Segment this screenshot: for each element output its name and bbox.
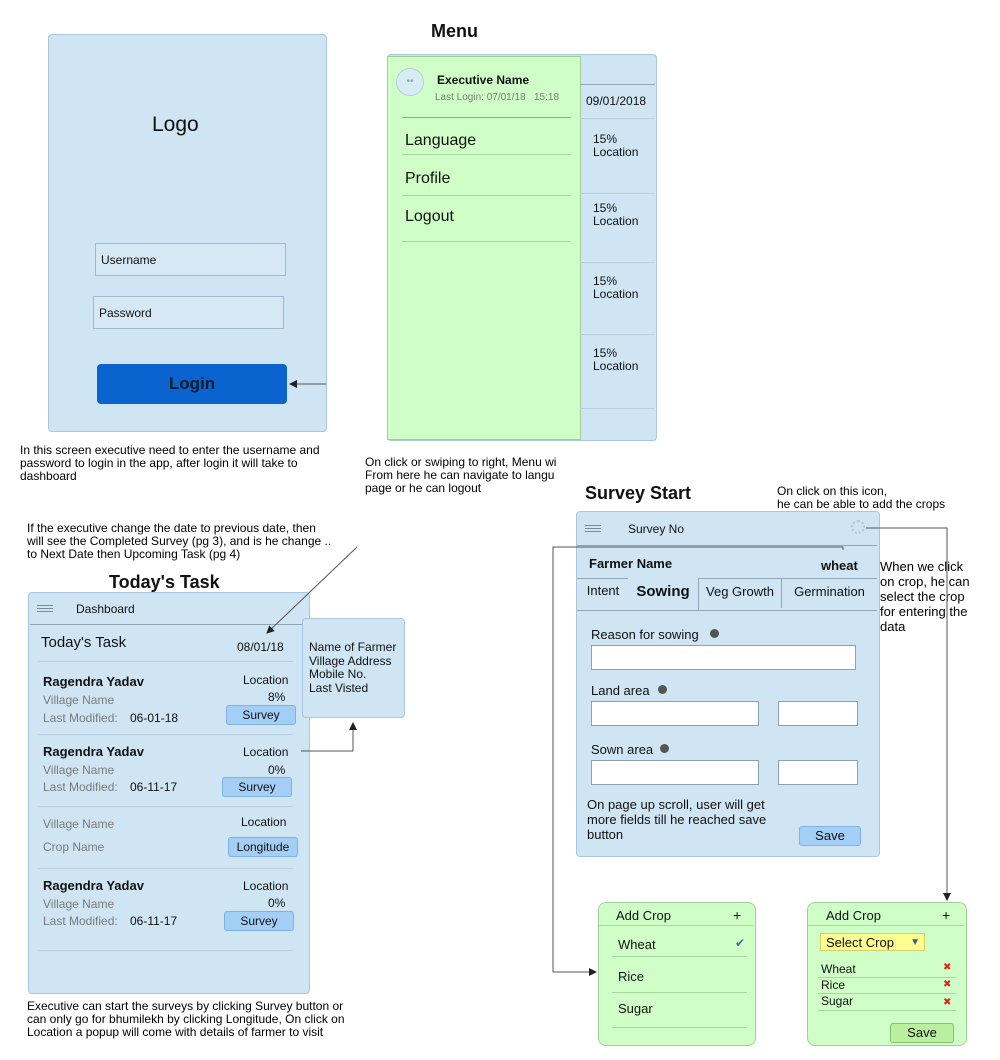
connector-arrows [266,380,951,976]
